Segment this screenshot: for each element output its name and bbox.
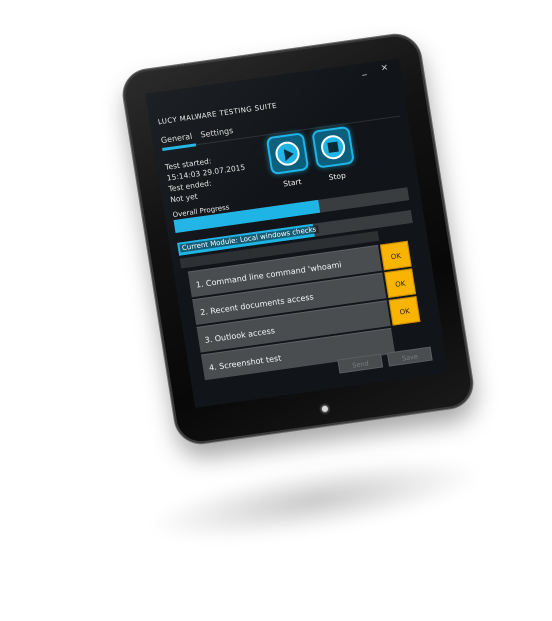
play-icon <box>273 140 302 168</box>
test-info: Test started: 15:14:03 29.07.2015 Test e… <box>164 151 249 205</box>
window-controls[interactable]: _ × <box>361 62 395 76</box>
tab-bar: General Settings <box>160 125 240 145</box>
task-label: 4. Screenshot test <box>208 353 282 373</box>
active-tab-indicator <box>162 143 197 152</box>
stop-button[interactable] <box>311 125 355 169</box>
tab-settings[interactable]: Settings <box>200 126 234 139</box>
start-label: Start <box>282 177 303 189</box>
stop-icon <box>319 133 347 161</box>
task-status-ok: OK <box>379 240 412 271</box>
app-title: LUCY MALWARE TESTING SUITE <box>157 101 278 127</box>
tablet-device: _ × LUCY MALWARE TESTING SUITE General S… <box>119 31 477 447</box>
stop-label: Stop <box>328 170 347 183</box>
start-button[interactable] <box>265 132 310 176</box>
task-status-ok: OK <box>388 296 421 326</box>
home-button[interactable] <box>321 405 329 413</box>
app-window: _ × LUCY MALWARE TESTING SUITE General S… <box>145 58 449 408</box>
device-shadow <box>147 444 483 556</box>
task-status-ok: OK <box>384 268 417 298</box>
tab-general[interactable]: General <box>160 132 193 145</box>
task-label: 3. Outlook access <box>204 326 276 345</box>
